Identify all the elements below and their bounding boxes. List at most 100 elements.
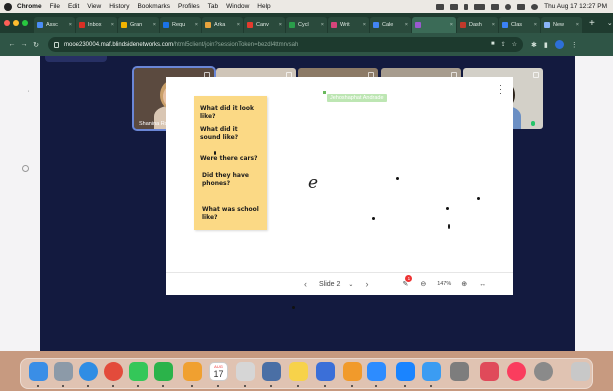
siri-icon[interactable] — [531, 3, 539, 10]
browser-tab[interactable]: Clas × — [499, 17, 540, 33]
control-center-icon[interactable] — [517, 3, 526, 10]
lock-icon[interactable] — [54, 41, 59, 48]
notes-icon[interactable] — [289, 362, 308, 381]
launchpad-icon[interactable] — [54, 362, 73, 381]
profile-avatar-icon[interactable] — [554, 40, 564, 49]
back-icon[interactable]: ← — [6, 41, 18, 48]
menu-history[interactable]: History — [109, 3, 129, 10]
menu-edit[interactable]: Edit — [68, 3, 79, 10]
chrome-icon[interactable] — [104, 362, 123, 381]
cloud-icon[interactable] — [436, 3, 445, 10]
menu-profiles[interactable]: Profiles — [178, 3, 200, 10]
browser-tab[interactable]: Canv × — [244, 17, 285, 33]
slide-dropdown-icon[interactable]: ⌄ — [348, 281, 353, 288]
menu-help[interactable]: Help — [257, 3, 270, 10]
close-tab-icon[interactable]: × — [277, 22, 282, 28]
new-tab-icon[interactable]: + — [583, 18, 601, 29]
camera-permission-icon[interactable]: ■ — [491, 41, 495, 48]
zoom-out-icon[interactable]: ⊖ — [420, 280, 426, 288]
browser-tab[interactable]: New × — [541, 17, 582, 33]
facetime-icon[interactable] — [154, 362, 173, 381]
browser-tab[interactable]: × — [412, 17, 456, 33]
menu-file[interactable]: File — [50, 3, 60, 10]
battery-icon[interactable] — [474, 3, 486, 10]
close-window-icon[interactable] — [4, 20, 10, 26]
browser-tab[interactable]: Cycl × — [286, 17, 327, 33]
calendar-icon[interactable]: AUG 17 — [209, 362, 228, 381]
sticky-note[interactable]: What did it look like? What did it sound… — [194, 96, 267, 230]
music-icon[interactable] — [507, 362, 526, 381]
next-slide-icon[interactable]: › — [365, 279, 368, 289]
file-manager-icon[interactable] — [262, 362, 281, 381]
zoom-icon[interactable] — [367, 362, 386, 381]
sidebar-icon[interactable]: ▮ — [544, 41, 548, 49]
minimize-window-icon[interactable] — [13, 20, 19, 26]
maximize-window-icon[interactable] — [22, 20, 28, 26]
tab-favicon-icon — [247, 22, 253, 28]
menu-window[interactable]: Window — [226, 3, 249, 10]
settings-icon[interactable] — [450, 362, 469, 381]
preview-icon[interactable] — [236, 362, 255, 381]
settings-icon[interactable] — [22, 165, 29, 172]
menu-bookmarks[interactable]: Bookmarks — [137, 3, 170, 10]
system-preferences-icon[interactable] — [534, 362, 553, 381]
menu-clock[interactable]: Thu Aug 17 12:27 PM — [544, 3, 607, 10]
browser-tab[interactable]: Arka × — [202, 17, 243, 33]
close-tab-icon[interactable]: × — [361, 22, 366, 28]
previous-slide-icon[interactable]: ‹ — [304, 279, 307, 289]
browser-tab[interactable]: Dash × — [457, 17, 498, 33]
photos-icon[interactable] — [183, 362, 202, 381]
close-tab-icon[interactable]: × — [67, 22, 72, 28]
browser-tab[interactable]: Assc × — [34, 17, 75, 33]
browser-tab[interactable]: Requ × — [160, 17, 201, 33]
browser-tab[interactable]: Cale × — [370, 17, 411, 33]
wifi-icon[interactable] — [491, 3, 500, 10]
expand-video-icon[interactable] — [533, 72, 539, 78]
apple-icon[interactable] — [4, 2, 12, 11]
pages-icon[interactable] — [343, 362, 362, 381]
whiteboard[interactable]: · · · What did it look like? What did it s… — [166, 77, 513, 309]
close-tab-icon[interactable]: × — [151, 22, 156, 28]
close-tab-icon[interactable]: × — [235, 22, 240, 28]
browser-tab[interactable]: Writ × — [328, 17, 369, 33]
close-tab-icon[interactable]: × — [109, 22, 114, 28]
browser-tab[interactable]: Gran × — [118, 17, 159, 33]
more-menu-icon[interactable]: ⋮ — [571, 41, 578, 49]
presentation-options-icon[interactable]: · · · — [499, 81, 502, 98]
close-tab-icon[interactable]: × — [403, 22, 408, 28]
mail-icon[interactable] — [422, 362, 441, 381]
search-icon[interactable] — [505, 3, 512, 10]
close-tab-icon[interactable]: × — [490, 22, 495, 28]
zoom-in-icon[interactable]: ⊕ — [461, 280, 467, 288]
bookmark-star-icon[interactable]: ☆ — [512, 41, 517, 48]
close-tab-icon[interactable]: × — [532, 22, 537, 28]
reload-icon[interactable]: ↻ — [30, 41, 42, 49]
address-bar[interactable]: mooe230004.maf.blindsidenetworks.com /ht… — [48, 37, 523, 52]
keynote-icon[interactable] — [316, 362, 335, 381]
safari-icon[interactable] — [79, 362, 98, 381]
menu-app-name[interactable]: Chrome — [17, 3, 42, 10]
close-tab-icon[interactable]: × — [574, 22, 579, 28]
display-icon[interactable] — [450, 3, 459, 10]
zoom-level: 147% — [437, 281, 452, 287]
fit-width-icon[interactable]: ↔ — [479, 281, 486, 288]
panel-handle-icon[interactable]: ' — [28, 91, 29, 97]
extensions-icon[interactable]: ✱ — [531, 41, 537, 49]
forward-icon[interactable]: → — [18, 41, 30, 48]
close-tab-icon[interactable]: × — [193, 22, 198, 28]
close-tab-icon[interactable]: × — [319, 22, 324, 28]
annotations-icon[interactable]: ✎ 1 — [402, 275, 413, 288]
trash-icon[interactable] — [571, 362, 590, 381]
slide-selector[interactable]: Slide 2 — [319, 281, 340, 288]
menu-view[interactable]: View — [87, 3, 101, 10]
share-icon[interactable]: ⇪ — [501, 41, 506, 48]
tab-search-chevron-icon[interactable]: ⌄ — [601, 19, 613, 27]
messages-icon[interactable] — [129, 362, 148, 381]
app-store-icon[interactable] — [396, 362, 415, 381]
browser-tab[interactable]: Inbox × — [76, 17, 117, 33]
menu-tab[interactable]: Tab — [208, 3, 218, 10]
finder-icon[interactable] — [29, 362, 48, 381]
bluetooth-icon[interactable] — [464, 3, 469, 10]
news-icon[interactable] — [480, 362, 499, 381]
close-tab-icon[interactable]: × — [448, 22, 453, 28]
